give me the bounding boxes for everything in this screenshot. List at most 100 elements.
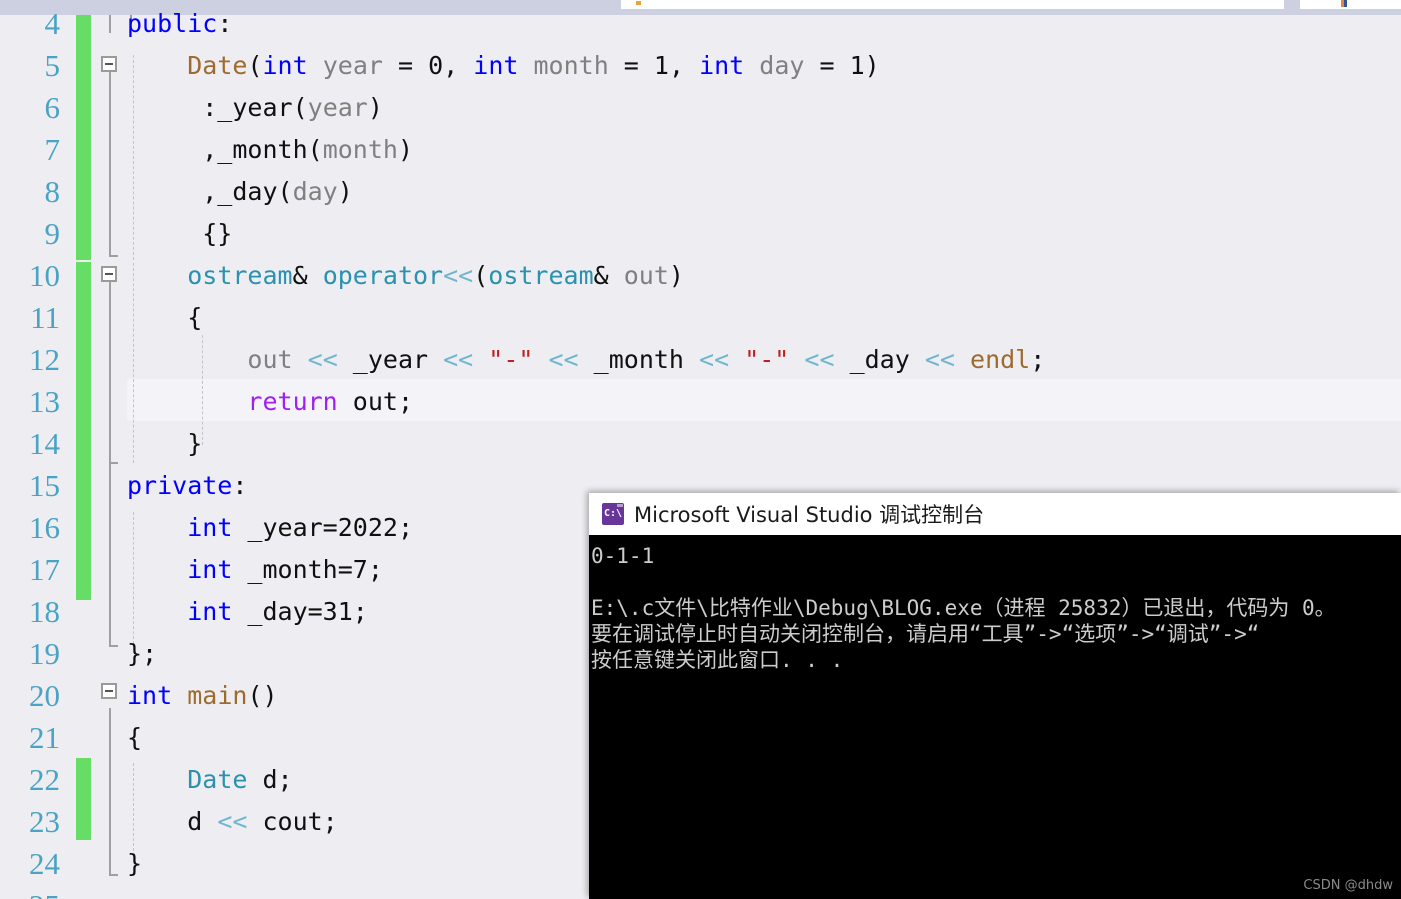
editor-tab-active[interactable] <box>621 0 1284 9</box>
code-token: day <box>292 177 338 206</box>
code-token: ( <box>247 51 263 80</box>
outline-rail-class-body <box>109 15 111 33</box>
code-token: : <box>217 9 233 38</box>
code-token: public <box>127 9 218 38</box>
code-line[interactable]: int main() <box>127 675 278 717</box>
outline-rail-ctor-foot <box>109 255 118 257</box>
code-token: 1 <box>849 51 865 80</box>
code-token: int <box>187 555 233 584</box>
code-line[interactable]: } <box>127 843 142 885</box>
code-line[interactable]: public: <box>127 3 232 45</box>
fold-toggle-main[interactable] <box>101 683 117 699</box>
change-bar-segment-top <box>76 15 91 260</box>
code-token: & <box>292 261 323 290</box>
code-token: "-" <box>488 345 534 374</box>
code-token: int <box>473 51 519 80</box>
line-number: 5 <box>44 48 61 83</box>
line-number: 4 <box>44 6 61 41</box>
code-token: _year <box>337 345 444 374</box>
code-token: return <box>247 387 338 416</box>
code-line[interactable]: } <box>127 423 202 465</box>
code-token: << <box>217 807 248 836</box>
line-number: 19 <box>29 636 60 671</box>
code-token: << <box>924 345 955 374</box>
line-number-gutter: 4 5 6 7 8 9 10 11 12 13 14 15 16 17 18 19 20 21 22 23 24 25 <box>0 6 76 899</box>
code-line[interactable]: Date(int year = 0, int month = 1, int da… <box>127 45 880 87</box>
code-line[interactable]: ,_day(day) <box>127 171 353 213</box>
code-token: ( <box>307 135 323 164</box>
line-number: 18 <box>29 594 60 629</box>
code-token: int <box>187 513 233 542</box>
code-token: 1 <box>653 51 669 80</box>
line-number: 21 <box>29 720 60 755</box>
code-token: ) <box>397 135 414 164</box>
code-line[interactable]: d << cout; <box>127 801 338 843</box>
code-line[interactable]: out << _year << "-" << _month << "-" << … <box>127 339 1045 381</box>
fold-toggle-ctor[interactable] <box>101 56 117 72</box>
code-line[interactable]: {} <box>127 213 232 255</box>
code-token: ostream <box>488 261 594 290</box>
code-token: & <box>593 261 624 290</box>
code-token: "-" <box>744 345 790 374</box>
line-number: 12 <box>29 342 60 377</box>
code-line[interactable]: int _day=31; <box>127 591 368 633</box>
code-token: { <box>127 723 143 752</box>
code-token: : <box>232 471 248 500</box>
line-number: 23 <box>29 804 60 839</box>
code-token: int <box>187 597 233 626</box>
code-token: () <box>247 681 278 710</box>
console-line: 0-1-1 <box>591 544 655 568</box>
code-line[interactable]: Date d; <box>127 759 292 801</box>
code-token: ) <box>668 261 684 290</box>
code-line[interactable]: int _month=7; <box>127 549 383 591</box>
code-token: day <box>759 51 805 80</box>
code-line[interactable]: int _year=2022; <box>127 507 413 549</box>
code-line[interactable]: private: <box>127 465 247 507</box>
debug-console-window[interactable]: C:\ Microsoft Visual Studio 调试控制台 0-1-1 E… <box>589 493 1401 899</box>
code-line[interactable]: return out; <box>127 381 413 423</box>
code-line[interactable]: }; <box>127 633 157 675</box>
change-bar-segment-private <box>76 470 91 600</box>
tab-icon-blue <box>1344 0 1347 7</box>
code-line[interactable]: :_year(year) <box>127 87 383 129</box>
fold-toggle-operator[interactable] <box>101 266 117 282</box>
code-line[interactable]: { <box>127 297 202 339</box>
code-token: , <box>443 51 474 80</box>
line-number: 8 <box>44 174 61 209</box>
line-number: 16 <box>29 510 60 545</box>
code-token: << <box>804 345 835 374</box>
line-number: 7 <box>44 132 61 167</box>
console-title-bar[interactable]: C:\ Microsoft Visual Studio 调试控制台 <box>589 493 1401 535</box>
code-line[interactable]: ,_month(month) <box>127 129 413 171</box>
chrome-left-fill <box>0 0 621 9</box>
line-number: 13 <box>29 384 60 419</box>
console-output-area[interactable]: 0-1-1 E:\.c文件\比特作业\Debug\BLOG.exe（进程 2583… <box>589 535 1401 899</box>
console-app-icon: C:\ <box>602 503 624 525</box>
code-line[interactable]: ostream& operator<<(ostream& out) <box>127 255 684 297</box>
code-line[interactable]: { <box>127 717 142 759</box>
code-token: _month=7; <box>232 555 383 584</box>
tab-modified-dot-icon <box>636 1 641 5</box>
editor-tab-secondary[interactable] <box>1300 0 1401 9</box>
code-token: endl <box>970 345 1031 374</box>
code-token: year <box>307 93 368 122</box>
app-root: 45678910111213141516171819202122232425 p… <box>0 0 1401 899</box>
code-token: ) <box>864 51 880 80</box>
console-icon-accent <box>617 504 623 507</box>
code-token: cout; <box>247 807 338 836</box>
code-token: year <box>322 51 383 80</box>
code-token: int <box>127 681 173 710</box>
code-token: _day=31; <box>232 597 368 626</box>
chrome-tab-gap <box>1284 0 1300 9</box>
code-token: month <box>533 51 609 80</box>
line-number: 6 <box>44 90 61 125</box>
code-token: private <box>127 471 233 500</box>
code-token: :_year <box>127 93 293 122</box>
